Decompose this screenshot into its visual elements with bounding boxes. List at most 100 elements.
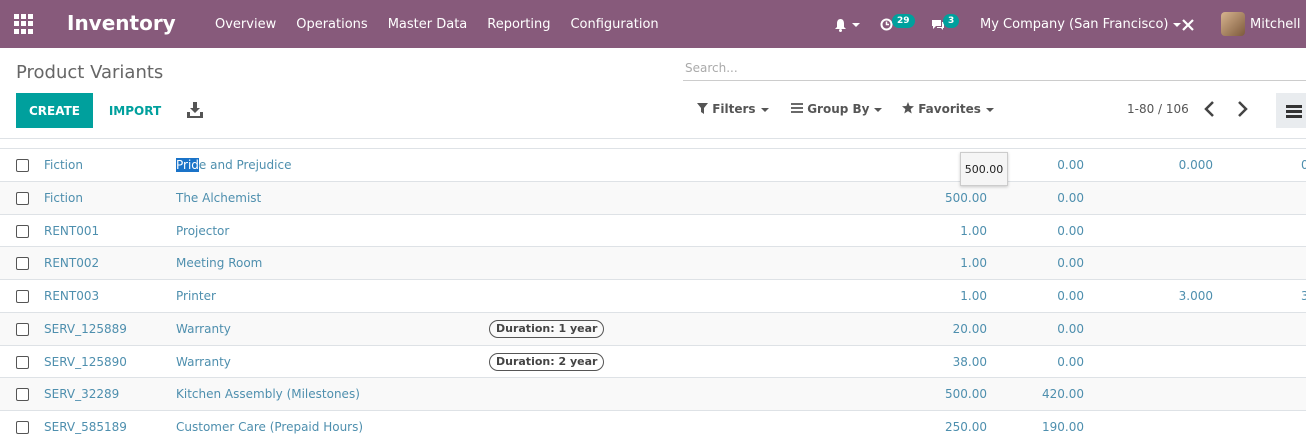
cost-value: 0.00 xyxy=(1057,354,1084,369)
attribute-tag: Duration: 1 year xyxy=(489,319,605,338)
internal-reference: Fiction xyxy=(44,190,83,205)
product-variants-table: Fiction Pride and Prejudice 0.00 0.000 0… xyxy=(0,148,1306,443)
menu-reporting[interactable]: Reporting xyxy=(477,0,560,48)
table-row[interactable]: Fiction Pride and Prejudice 0.00 0.000 0 xyxy=(0,148,1306,181)
chevron-left-icon[interactable] xyxy=(1202,100,1218,118)
top-navbar: Inventory Overview Operations Master Dat… xyxy=(0,0,1306,82)
row-checkbox[interactable] xyxy=(16,159,29,172)
product-name: Meeting Room xyxy=(176,256,263,271)
forecast-value: 0 xyxy=(1301,158,1306,172)
notification-bell-button[interactable] xyxy=(834,0,860,48)
menu-operations[interactable]: Operations xyxy=(286,0,377,48)
chevron-down-icon xyxy=(760,107,769,112)
sales-price-value: 500.00 xyxy=(945,387,987,402)
row-checkbox[interactable] xyxy=(16,290,29,303)
sales-price-value: 1.00 xyxy=(960,223,987,238)
sales-price-value: 1.00 xyxy=(960,289,987,303)
list-view-button[interactable] xyxy=(1276,93,1306,128)
row-checkbox[interactable] xyxy=(16,421,29,434)
cost-value: 0.00 xyxy=(1057,223,1084,238)
table-row[interactable]: SERV_125890 Warranty Duration: 2 year 38… xyxy=(0,344,1306,378)
user-menu[interactable]: Mitchell A xyxy=(1250,0,1306,82)
filters-label: Filters xyxy=(712,102,756,116)
selected-text: Prid xyxy=(176,158,199,172)
row-checkbox[interactable] xyxy=(16,355,29,369)
cost-value: 420.00 xyxy=(1042,387,1084,402)
product-name: Pride and Prejudice xyxy=(176,158,291,172)
cost-value: 0.00 xyxy=(1057,256,1084,271)
chevron-right-icon[interactable] xyxy=(1234,100,1250,118)
internal-reference: SERV_32289 xyxy=(44,387,120,402)
product-name: Projector xyxy=(176,223,230,238)
page-title: Product Variants xyxy=(16,62,164,83)
app-brand[interactable]: Inventory xyxy=(67,11,176,35)
row-checkbox[interactable] xyxy=(16,224,29,238)
product-name: Customer Care (Prepaid Hours) xyxy=(176,420,364,434)
menu-configuration[interactable]: Configuration xyxy=(560,0,668,48)
star-icon xyxy=(902,102,914,114)
company-switcher[interactable]: My Company (San Francisco) xyxy=(980,0,1182,48)
on-hand-value: 0.000 xyxy=(1178,158,1213,172)
product-name: The Alchemist xyxy=(176,190,262,205)
table-row[interactable]: SERV_125889 Warranty Duration: 1 year 20… xyxy=(0,311,1306,345)
messages-button[interactable]: 3 xyxy=(931,0,960,48)
apps-menu-icon[interactable] xyxy=(14,14,36,34)
group-by-dropdown[interactable]: Group By xyxy=(791,102,883,116)
activity-button[interactable]: 29 xyxy=(880,0,915,48)
table-row[interactable]: RENT001 Projector 1.00 0.00 xyxy=(0,213,1306,247)
table-row[interactable]: Fiction The Alchemist 500.00 0.00 xyxy=(0,180,1306,214)
sales-price-value: 250.00 xyxy=(945,420,987,434)
group-by-label: Group By xyxy=(807,102,870,116)
divider xyxy=(0,138,1306,139)
row-checkbox[interactable] xyxy=(16,388,29,402)
forecast-value: 3 xyxy=(1301,289,1306,303)
row-checkbox[interactable] xyxy=(16,257,29,271)
chevron-down-icon xyxy=(985,107,994,112)
internal-reference: RENT001 xyxy=(44,223,100,238)
table-row[interactable]: RENT002 Meeting Room 1.00 0.00 xyxy=(0,246,1306,279)
internal-reference: RENT002 xyxy=(44,256,100,271)
chevron-down-icon xyxy=(874,107,883,112)
bell-icon xyxy=(835,18,846,32)
activity-count-badge: 29 xyxy=(892,14,915,28)
search-input[interactable] xyxy=(683,55,1306,81)
tooltip: 500.00 xyxy=(960,152,1008,186)
create-button[interactable]: CREATE xyxy=(16,93,93,128)
messages-count-badge: 3 xyxy=(943,14,960,28)
row-checkbox[interactable] xyxy=(16,191,29,205)
bars-icon xyxy=(791,103,803,113)
table-row[interactable]: SERV_585189 Customer Care (Prepaid Hours… xyxy=(0,410,1306,443)
row-checkbox[interactable] xyxy=(16,322,29,336)
menu-master-data[interactable]: Master Data xyxy=(378,0,478,48)
table-row[interactable]: RENT003 Printer 1.00 0.00 3.000 3 xyxy=(0,279,1306,312)
internal-reference: RENT003 xyxy=(44,289,100,303)
product-name: Kitchen Assembly (Milestones) xyxy=(176,387,360,402)
sales-price-value: 20.00 xyxy=(952,321,987,336)
download-icon[interactable] xyxy=(186,101,204,119)
favorites-dropdown[interactable]: Favorites xyxy=(902,102,994,116)
chevron-down-icon xyxy=(852,22,860,27)
on-hand-value: 3.000 xyxy=(1178,289,1213,303)
debug-tools-button[interactable] xyxy=(1181,0,1195,48)
product-name-rest: e and Prejudice xyxy=(198,158,292,172)
table-row[interactable]: SERV_32289 Kitchen Assembly (Milestones)… xyxy=(0,377,1306,410)
cost-value: 0.00 xyxy=(1057,289,1084,303)
internal-reference: SERV_125889 xyxy=(44,321,127,336)
product-name: Warranty xyxy=(176,321,231,336)
pager-value[interactable]: 1-80 / 106 xyxy=(1127,102,1189,116)
filters-dropdown[interactable]: Filters xyxy=(697,102,769,116)
tools-icon xyxy=(1182,18,1194,31)
internal-reference: Fiction xyxy=(44,158,83,172)
sales-price-value: 38.00 xyxy=(952,354,987,369)
product-name: Printer xyxy=(176,289,216,303)
company-name: My Company (San Francisco) xyxy=(980,17,1169,32)
cost-value: 0.00 xyxy=(1057,158,1084,172)
internal-reference: SERV_585189 xyxy=(44,420,127,434)
avatar[interactable] xyxy=(1221,12,1245,36)
cost-value: 190.00 xyxy=(1042,420,1084,434)
main-menu: Overview Operations Master Data Reportin… xyxy=(205,0,669,48)
menu-overview[interactable]: Overview xyxy=(205,0,286,48)
cost-value: 0.00 xyxy=(1057,321,1084,336)
internal-reference: SERV_125890 xyxy=(44,354,127,369)
import-button[interactable]: IMPORT xyxy=(101,93,169,128)
